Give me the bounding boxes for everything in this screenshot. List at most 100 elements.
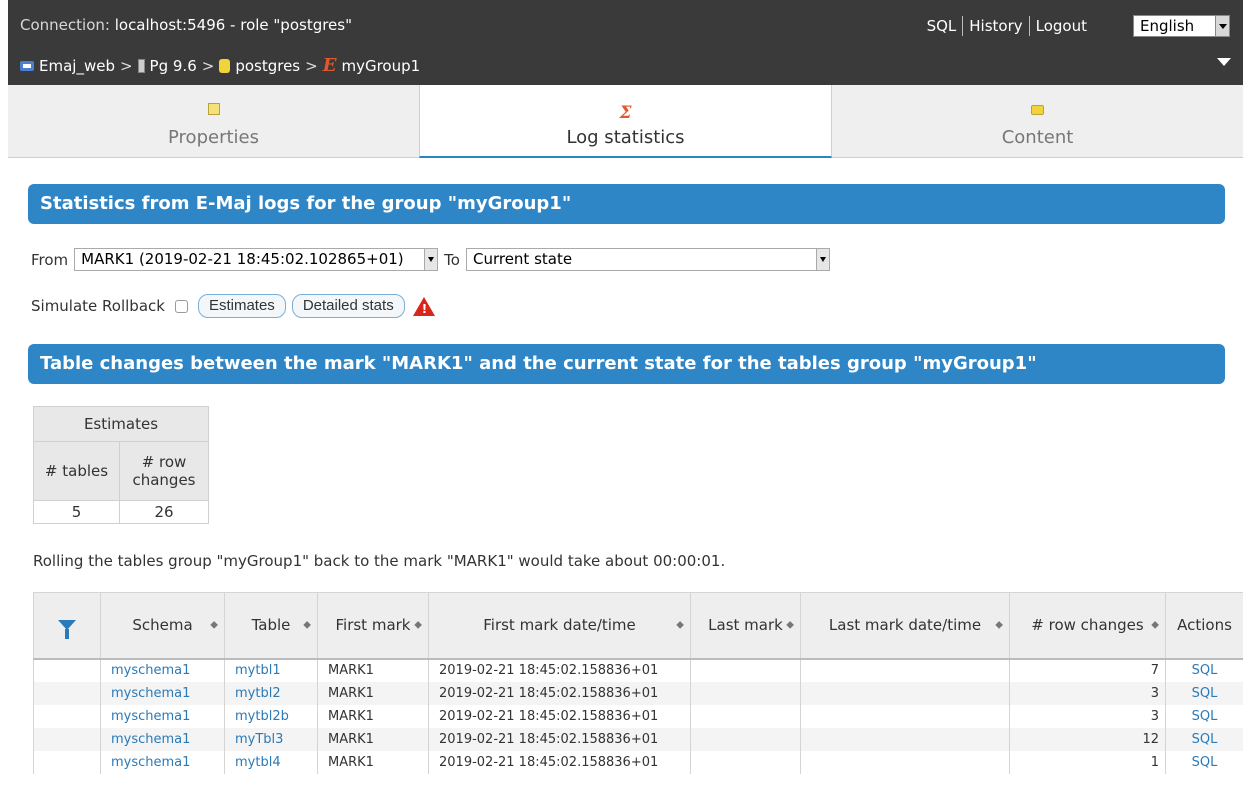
sql-action-link[interactable]: SQL: [1165, 727, 1243, 751]
breadcrumb: Emaj_web > Pg 9.6 > postgres > E myGroup…: [20, 55, 420, 76]
breadcrumb-group[interactable]: myGroup1: [341, 57, 420, 75]
last-mark-cell: [690, 704, 801, 728]
row-changes-cell: 3: [1009, 704, 1166, 728]
top-menu: SQL History Logout: [921, 16, 1093, 36]
schema-link[interactable]: myschema1: [100, 750, 225, 774]
estimates-tables-value: 5: [33, 500, 120, 524]
folder-icon: [1031, 105, 1044, 115]
properties-icon: [207, 103, 220, 115]
tab-bar: Properties Σ Log statistics Content: [8, 85, 1243, 158]
simulate-rollback-checkbox[interactable]: [174, 299, 188, 313]
tab-content[interactable]: Content: [832, 85, 1243, 158]
menu-history[interactable]: History: [962, 16, 1028, 36]
table-header-row: Schema ◆ Table ◆ First mark ◆ First mark da…: [33, 592, 1243, 660]
header-row-changes[interactable]: # row changes ◆: [1009, 592, 1166, 660]
col-tables: # tables: [33, 441, 120, 501]
breadcrumb-app[interactable]: Emaj_web: [39, 57, 115, 75]
schema-link[interactable]: myschema1: [100, 658, 225, 682]
sort-icon: ◆: [303, 619, 311, 631]
collapse-icon[interactable]: [1217, 58, 1231, 66]
first-mark-date-cell: 2019-02-21 18:45:02.158836+01: [428, 727, 691, 751]
breadcrumb-database[interactable]: postgres: [235, 57, 300, 75]
tab-properties[interactable]: Properties: [8, 85, 419, 158]
table-link[interactable]: mytbl1: [224, 658, 318, 682]
server-icon: [137, 58, 145, 73]
last-mark-cell: [690, 727, 801, 751]
first-mark-cell: MARK1: [317, 658, 429, 682]
rollback-duration-text: Rolling the tables group "myGroup1" back…: [33, 552, 726, 570]
table-link[interactable]: mytbl2b: [224, 704, 318, 728]
sql-action-link[interactable]: SQL: [1165, 658, 1243, 682]
sql-action-link[interactable]: SQL: [1165, 681, 1243, 705]
estimates-title: Estimates: [33, 406, 209, 442]
schema-link[interactable]: myschema1: [100, 704, 225, 728]
last-mark-cell: [690, 750, 801, 774]
breadcrumb-server[interactable]: Pg 9.6: [150, 57, 197, 75]
header-schema[interactable]: Schema ◆: [100, 592, 225, 660]
language-value: English: [1140, 17, 1195, 35]
tab-label: Log statistics: [566, 127, 685, 148]
last-mark-cell: [690, 658, 801, 682]
menu-sql[interactable]: SQL: [921, 16, 963, 36]
first-mark-cell: MARK1: [317, 750, 429, 774]
row-changes-cell: 12: [1009, 727, 1166, 751]
to-mark-select[interactable]: Current state: [465, 248, 830, 271]
last-mark-date-cell: [800, 704, 1010, 728]
sql-action-link[interactable]: SQL: [1165, 750, 1243, 774]
schema-link[interactable]: myschema1: [100, 727, 225, 751]
from-mark-select[interactable]: MARK1 (2019-02-21 18:45:02.102865+01): [74, 248, 439, 271]
to-mark-value: Current state: [472, 250, 573, 268]
estimates-button[interactable]: Estimates: [197, 294, 286, 318]
table-row: myschema1 mytbl1 MARK1 2019-02-21 18:45:02.…: [33, 658, 1243, 682]
first-mark-cell: MARK1: [317, 704, 429, 728]
table-row: myschema1 mytbl4 MARK1 2019-02-21 18:45:02.…: [33, 750, 1243, 774]
header-table[interactable]: Table ◆: [224, 592, 318, 660]
row-filter-cell: [33, 658, 101, 682]
to-label: To: [444, 250, 460, 269]
table-link[interactable]: myTbl3: [224, 727, 318, 751]
menu-logout[interactable]: Logout: [1028, 16, 1093, 36]
header-last-mark[interactable]: Last mark ◆: [690, 592, 801, 660]
last-mark-date-cell: [800, 658, 1010, 682]
connection-info: Connection: localhost:5496 - role "postg…: [20, 16, 352, 34]
header-first-mark[interactable]: First mark ◆: [317, 592, 429, 660]
last-mark-date-cell: [800, 750, 1010, 774]
last-mark-date-cell: [800, 727, 1010, 751]
first-mark-cell: MARK1: [317, 681, 429, 705]
chevron-down-icon: [1215, 16, 1229, 36]
sql-action-link[interactable]: SQL: [1165, 704, 1243, 728]
stats-header: Statistics from E-Maj logs for the group…: [28, 184, 1225, 224]
sort-icon: ◆: [995, 619, 1003, 631]
tab-log-statistics[interactable]: Σ Log statistics: [419, 85, 832, 158]
database-icon: [219, 58, 231, 73]
group-icon: E: [322, 55, 337, 76]
row-changes-cell: 7: [1009, 658, 1166, 682]
header-first-mark-date[interactable]: First mark date/time ◆: [428, 592, 691, 660]
filter-icon[interactable]: [58, 620, 76, 640]
language-select[interactable]: English: [1133, 15, 1230, 37]
first-mark-cell: MARK1: [317, 727, 429, 751]
breadcrumb-separator: >: [119, 56, 133, 75]
row-filter-cell: [33, 727, 101, 751]
breadcrumb-separator: >: [305, 56, 318, 75]
header-actions: Actions: [1165, 592, 1243, 660]
filter-header[interactable]: [33, 592, 101, 660]
chevron-down-icon: [815, 249, 829, 270]
header-last-mark-date[interactable]: Last mark date/time ◆: [800, 592, 1010, 660]
col-row-changes: # row changes: [119, 441, 209, 501]
first-mark-date-cell: 2019-02-21 18:45:02.158836+01: [428, 681, 691, 705]
first-mark-date-cell: 2019-02-21 18:45:02.158836+01: [428, 704, 691, 728]
changes-header: Table changes between the mark "MARK1" a…: [28, 344, 1225, 384]
last-mark-cell: [690, 681, 801, 705]
table-link[interactable]: mytbl4: [224, 750, 318, 774]
warning-icon: [412, 296, 435, 316]
sigma-icon: Σ: [619, 103, 632, 123]
mark-range-row: From MARK1 (2019-02-21 18:45:02.102865+0…: [31, 248, 830, 271]
row-filter-cell: [33, 750, 101, 774]
schema-link[interactable]: myschema1: [100, 681, 225, 705]
table-link[interactable]: mytbl2: [224, 681, 318, 705]
detailed-stats-button[interactable]: Detailed stats: [291, 294, 405, 318]
sort-icon: ◆: [414, 619, 422, 631]
connection-value: localhost:5496 - role "postgres": [114, 16, 353, 34]
from-label: From: [31, 250, 69, 269]
